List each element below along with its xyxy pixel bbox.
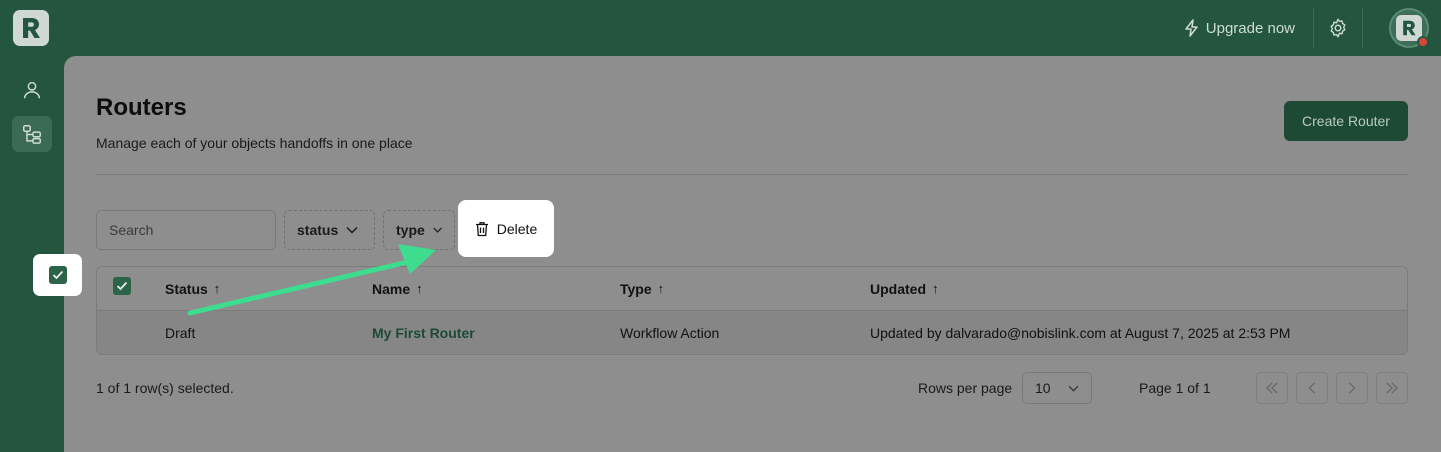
divider xyxy=(1362,8,1363,48)
column-header-name[interactable]: Name ↑ xyxy=(372,267,423,310)
sidebar-item-routers[interactable] xyxy=(12,116,52,152)
chevrons-right-icon xyxy=(1386,382,1398,394)
chevron-down-icon xyxy=(433,227,442,233)
row-updated: Updated by dalvarado@nobislink.com at Au… xyxy=(870,324,1291,341)
rows-per-page-select[interactable]: 10 xyxy=(1022,372,1092,404)
router-name-link[interactable]: My First Router xyxy=(372,311,475,354)
main-panel: Routers Manage each of your objects hand… xyxy=(64,56,1441,452)
row-type: Workflow Action xyxy=(620,324,720,341)
upgrade-label: Upgrade now xyxy=(1205,19,1295,37)
settings-button[interactable] xyxy=(1314,0,1362,56)
first-page-button[interactable] xyxy=(1256,372,1288,404)
column-header-updated[interactable]: Updated ↑ xyxy=(870,267,939,310)
check-icon xyxy=(116,281,128,291)
type-filter[interactable]: type xyxy=(383,210,455,250)
column-header-type[interactable]: Type ↑ xyxy=(620,267,664,310)
selection-count: 1 of 1 row(s) selected. xyxy=(96,380,234,396)
select-all-checkbox[interactable] xyxy=(113,277,131,295)
page-title: Routers xyxy=(96,94,187,121)
page-subtitle: Manage each of your objects handoffs in … xyxy=(96,135,413,151)
check-icon xyxy=(52,270,63,280)
chevron-right-icon xyxy=(1349,382,1356,394)
row-select-checkbox[interactable] xyxy=(48,266,67,284)
rows-per-page-value: 10 xyxy=(1035,380,1051,396)
table-header-row: Status ↑ Name ↑ Type ↑ Updated ↑ xyxy=(97,267,1407,311)
chevron-left-icon xyxy=(1308,382,1315,394)
gear-icon xyxy=(1330,18,1346,38)
sort-up-icon: ↑ xyxy=(213,281,221,296)
column-header-label: Name xyxy=(372,280,411,297)
chevron-down-icon xyxy=(346,226,358,234)
lightning-icon xyxy=(1185,19,1198,37)
delete-button[interactable]: Delete xyxy=(458,200,554,257)
routers-table: Status ↑ Name ↑ Type ↑ Updated ↑ Draft M… xyxy=(96,266,1408,355)
row-select-checkbox-highlight xyxy=(33,254,82,296)
search-input[interactable] xyxy=(96,210,276,250)
trash-icon xyxy=(475,221,488,236)
previous-page-button[interactable] xyxy=(1296,372,1328,404)
logo-icon xyxy=(23,18,40,38)
last-page-button[interactable] xyxy=(1376,372,1408,404)
column-header-label: Updated xyxy=(870,280,926,297)
user-icon xyxy=(23,81,41,99)
column-header-label: Status xyxy=(165,280,208,297)
create-router-button[interactable]: Create Router xyxy=(1284,101,1408,141)
chevron-down-icon xyxy=(1068,385,1079,392)
topbar-actions: Upgrade now xyxy=(1184,0,1441,56)
avatar[interactable] xyxy=(1389,8,1429,48)
column-header-label: Type xyxy=(620,280,652,297)
table-row[interactable]: Draft My First Router Workflow Action Up… xyxy=(97,311,1407,354)
sidebar-item-users[interactable] xyxy=(12,72,52,108)
chevrons-left-icon xyxy=(1266,382,1278,394)
sort-up-icon: ↑ xyxy=(932,281,939,296)
divider xyxy=(96,174,1408,175)
app-logo[interactable] xyxy=(13,10,49,46)
delete-label: Delete xyxy=(496,220,538,237)
sort-up-icon: ↑ xyxy=(657,281,665,296)
avatar-status-dot xyxy=(1417,36,1429,48)
status-filter[interactable]: status xyxy=(284,210,375,250)
type-filter-label: type xyxy=(396,222,425,238)
next-page-button[interactable] xyxy=(1336,372,1368,404)
routers-icon xyxy=(23,125,41,144)
rows-per-page-label: Rows per page xyxy=(918,380,1013,396)
upgrade-link[interactable]: Upgrade now xyxy=(1184,19,1295,37)
sort-up-icon: ↑ xyxy=(416,281,423,296)
page-info: Page 1 of 1 xyxy=(1139,380,1211,396)
status-filter-label: status xyxy=(297,222,339,238)
column-header-status[interactable]: Status ↑ xyxy=(165,267,220,310)
row-status: Draft xyxy=(165,324,196,341)
